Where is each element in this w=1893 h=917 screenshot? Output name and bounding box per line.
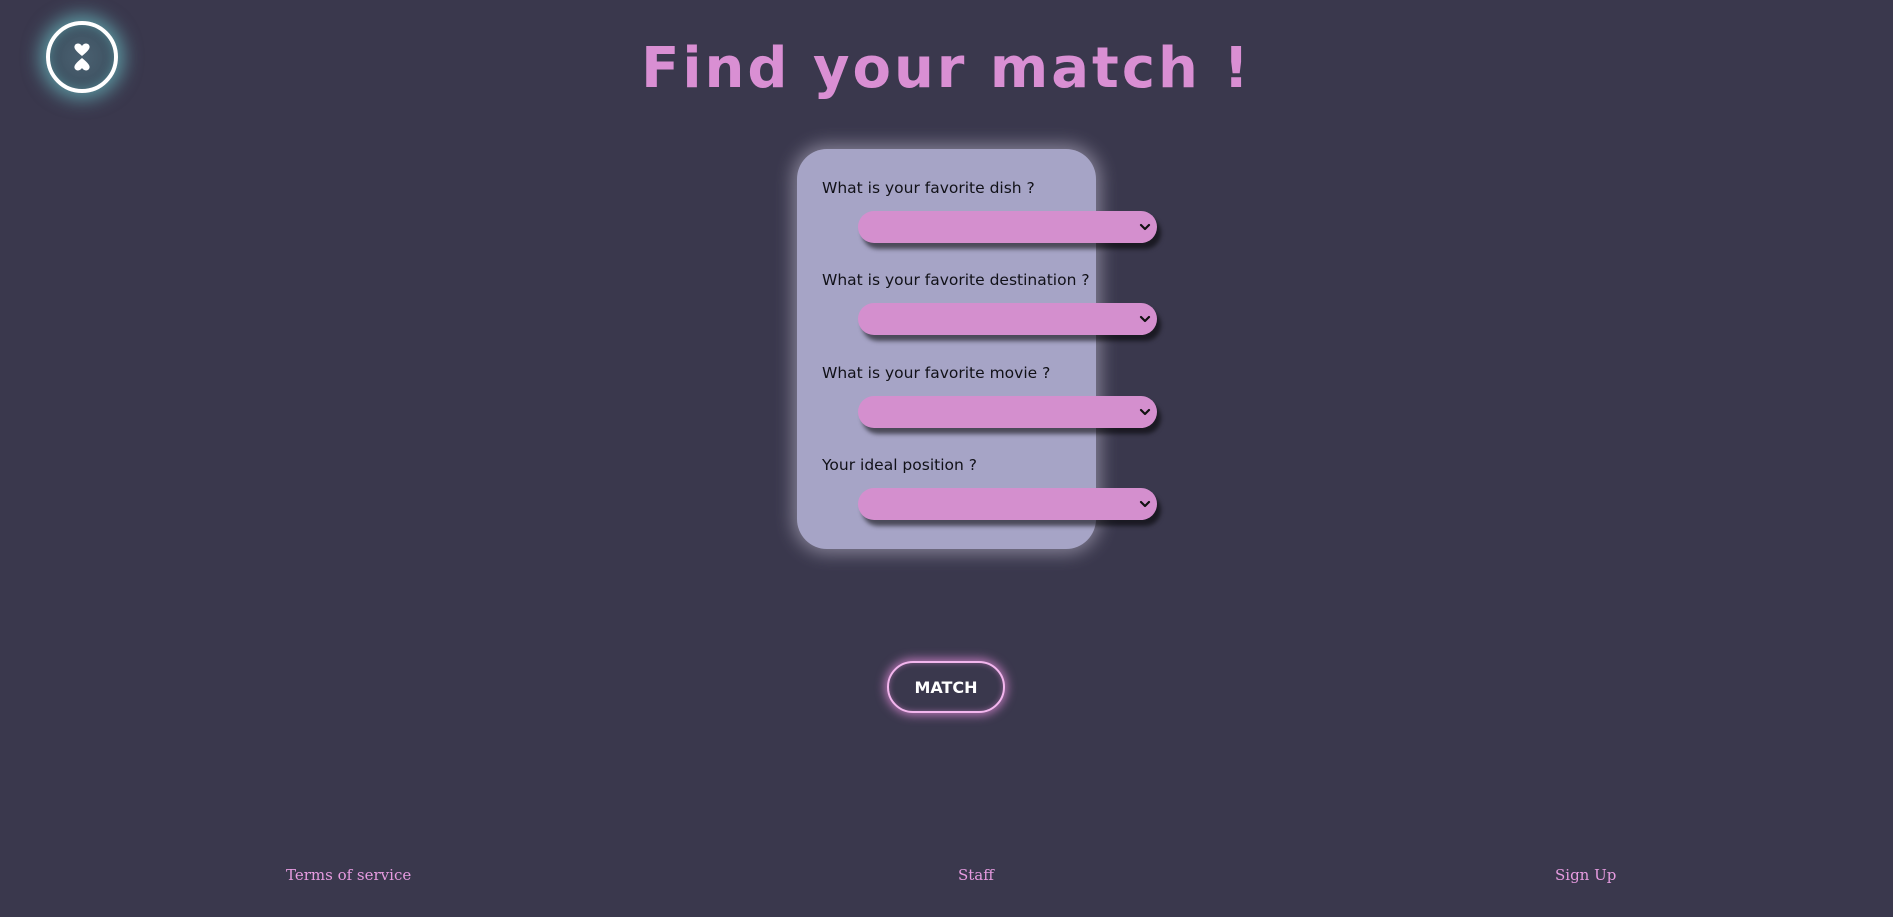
question-label-movie: What is your favorite movie ? bbox=[822, 364, 1051, 382]
question-label-position: Your ideal position ? bbox=[822, 456, 977, 474]
chevron-down-icon bbox=[1139, 500, 1151, 508]
staff-link[interactable]: Staff bbox=[958, 866, 994, 884]
sign-up-link[interactable]: Sign Up bbox=[1555, 866, 1616, 884]
question-label-destination: What is your favorite destination ? bbox=[822, 271, 1090, 289]
terms-of-service-link[interactable]: Terms of service bbox=[286, 866, 411, 884]
chevron-down-icon bbox=[1139, 223, 1151, 231]
dish-select[interactable] bbox=[858, 211, 1157, 243]
destination-select[interactable] bbox=[858, 303, 1157, 335]
chevron-down-icon bbox=[1139, 315, 1151, 323]
position-select[interactable] bbox=[858, 488, 1157, 520]
question-label-dish: What is your favorite dish ? bbox=[822, 179, 1035, 197]
match-button[interactable]: MATCH bbox=[887, 661, 1005, 713]
movie-select[interactable] bbox=[858, 396, 1157, 428]
page-title: Find your match ! bbox=[641, 36, 1252, 101]
chevron-down-icon bbox=[1139, 408, 1151, 416]
